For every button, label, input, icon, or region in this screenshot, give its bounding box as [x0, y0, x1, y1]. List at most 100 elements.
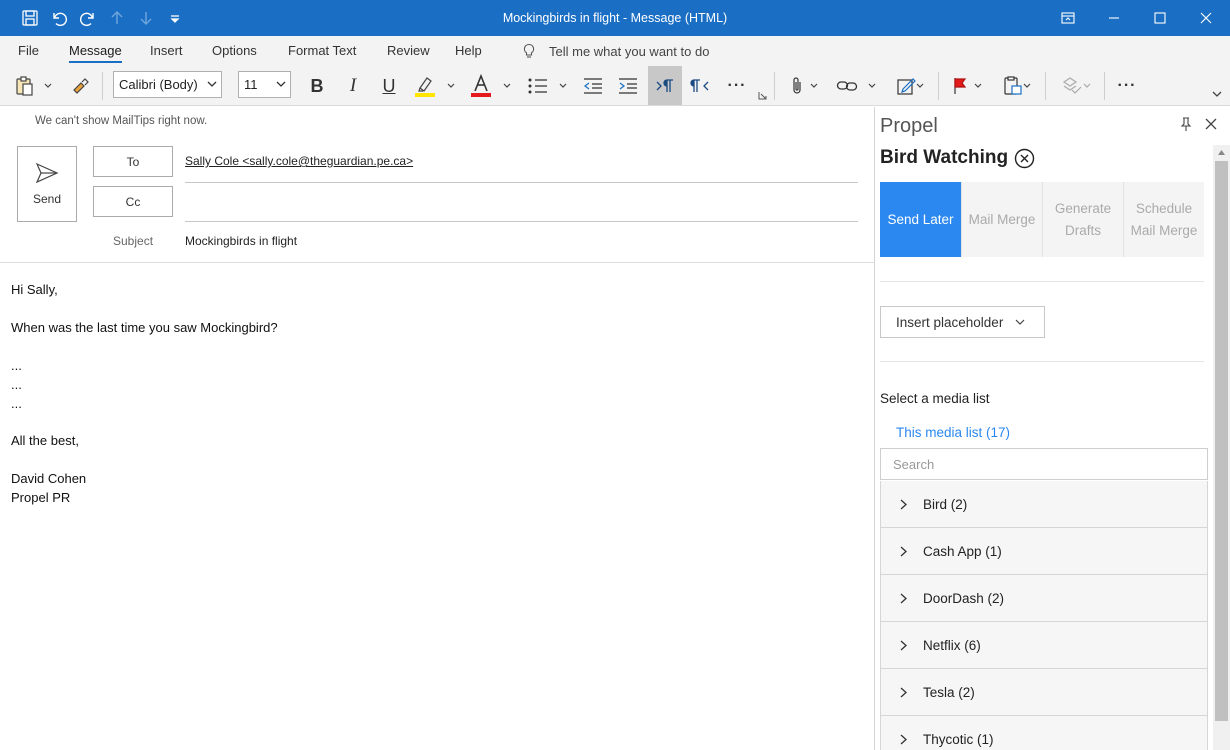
chevron-right-icon [900, 687, 907, 697]
ribbon-display-icon[interactable] [1045, 0, 1091, 36]
tell-me-text: Tell me what you want to do [549, 43, 710, 59]
media-list-item[interactable]: Thycotic (1) [880, 716, 1208, 750]
subject-field[interactable]: Mockingbirds in flight [185, 234, 297, 248]
menu-review[interactable]: Review [387, 36, 430, 66]
arrow-up-icon[interactable] [103, 0, 131, 36]
font-color-dropdown-icon[interactable] [499, 70, 515, 102]
chevron-right-icon [900, 734, 907, 744]
highlight-dropdown-icon[interactable] [443, 70, 459, 102]
chevron-right-icon [900, 499, 907, 509]
scroll-thumb[interactable] [1215, 161, 1228, 721]
chevron-down-icon [207, 81, 217, 87]
decrease-indent-icon[interactable] [579, 70, 607, 102]
chevron-right-icon [900, 546, 907, 556]
scroll-up-icon[interactable] [1217, 148, 1226, 157]
to-button[interactable]: To [93, 146, 173, 177]
media-list-item[interactable]: Tesla (2) [880, 669, 1208, 716]
link-dropdown-icon[interactable] [865, 70, 879, 102]
more-commands[interactable]: ··· [1114, 70, 1140, 102]
font-size-select[interactable]: 11 [238, 71, 291, 98]
tab-generate-drafts[interactable]: Generate Drafts [1042, 182, 1123, 257]
arrow-down-icon[interactable] [132, 0, 160, 36]
attach-dropdown-icon[interactable] [807, 70, 821, 102]
link-icon[interactable] [833, 70, 861, 102]
media-list-label: Netflix (6) [923, 637, 981, 653]
rtl-paragraph-icon[interactable] [687, 70, 715, 102]
ribbon-collapse-icon[interactable] [1209, 86, 1225, 102]
tab-send-later[interactable]: Send Later [880, 182, 961, 257]
tell-me-search[interactable]: Tell me what you want to do [521, 36, 709, 66]
chevron-down-icon [1015, 319, 1025, 325]
to-recipient[interactable]: Sally Cole <sally.cole@theguardian.pe.ca… [185, 154, 413, 168]
close-pane-icon[interactable] [1204, 117, 1218, 131]
format-painter-icon[interactable] [66, 70, 94, 102]
media-list-label: Bird (2) [923, 496, 968, 512]
chevron-right-icon [900, 640, 907, 650]
body-line: Propel PR [11, 490, 71, 505]
bullets-icon[interactable] [523, 70, 553, 102]
ltr-paragraph-icon[interactable] [648, 66, 682, 105]
select-media-label: Select a media list [880, 391, 990, 406]
media-list-item[interactable]: Bird (2) [880, 481, 1208, 528]
apps-dropdown-icon[interactable] [1080, 70, 1094, 102]
tab-mail-merge[interactable]: Mail Merge [961, 182, 1042, 257]
media-list-label: Tesla (2) [923, 684, 975, 700]
body-line: ... [11, 377, 22, 392]
attach-file-icon[interactable] [785, 70, 809, 102]
highlight-icon[interactable] [410, 70, 440, 102]
cc-field[interactable] [185, 221, 858, 222]
cc-button[interactable]: Cc [93, 186, 173, 217]
body-line: ... [11, 396, 22, 411]
close-icon[interactable] [1183, 0, 1229, 36]
minimize-icon[interactable] [1091, 0, 1137, 36]
lightbulb-icon [523, 43, 535, 58]
media-list-link[interactable]: This media list (17) [896, 425, 1010, 440]
insert-placeholder-label: Insert placeholder [896, 314, 1004, 330]
underline-button[interactable]: U [375, 70, 403, 102]
font-name-value: Calibri (Body) [119, 77, 198, 92]
pane-title: Propel [880, 115, 938, 137]
font-name-select[interactable]: Calibri (Body) [113, 71, 222, 98]
media-list-item[interactable]: Netflix (6) [880, 622, 1208, 669]
follow-up-flag-icon[interactable] [947, 70, 973, 102]
compose-area: We can't show MailTips right now. Send T… [0, 107, 874, 750]
more-font-options[interactable]: ··· [723, 70, 751, 102]
paste-icon[interactable] [11, 70, 39, 102]
ribbon: Calibri (Body) 11 B I U ··· ··· [0, 66, 1230, 106]
maximize-icon[interactable] [1137, 0, 1183, 36]
body-line: All the best, [11, 433, 79, 448]
media-list-item[interactable]: Cash App (1) [880, 528, 1208, 575]
menu-options[interactable]: Options [212, 36, 257, 66]
chevron-down-icon [276, 81, 286, 87]
redo-icon[interactable] [74, 0, 102, 36]
menu-message[interactable]: Message [69, 36, 122, 66]
dialog-launcher-icon[interactable] [756, 88, 768, 102]
font-color-icon[interactable] [466, 70, 496, 102]
flag-dropdown-icon[interactable] [971, 70, 985, 102]
menu-help[interactable]: Help [455, 36, 482, 66]
increase-indent-icon[interactable] [614, 70, 642, 102]
paste-dropdown-icon[interactable] [40, 70, 56, 102]
send-button[interactable]: Send [17, 146, 77, 222]
pin-icon[interactable] [1178, 116, 1194, 132]
bullets-dropdown-icon[interactable] [555, 70, 571, 102]
undo-icon[interactable] [45, 0, 73, 36]
customize-icon[interactable] [161, 0, 189, 36]
body-line: When was the last time you saw Mockingbi… [11, 320, 278, 335]
signature-dropdown-icon[interactable] [913, 70, 927, 102]
save-icon[interactable] [16, 0, 44, 36]
italic-button[interactable]: I [339, 70, 367, 102]
menu-insert[interactable]: Insert [150, 36, 183, 66]
media-list-item[interactable]: DoorDash (2) [880, 575, 1208, 622]
campaign-title: Bird Watching [880, 147, 1009, 168]
tab-schedule-mail-merge[interactable]: Schedule Mail Merge [1123, 182, 1204, 257]
insert-placeholder-button[interactable]: Insert placeholder [880, 306, 1045, 338]
pane-scrollbar[interactable] [1213, 145, 1230, 750]
menu-file[interactable]: File [18, 36, 39, 66]
body-line: David Cohen [11, 471, 87, 486]
clear-campaign-icon[interactable] [1014, 148, 1035, 169]
menu-format-text[interactable]: Format Text [288, 36, 356, 66]
media-search-input[interactable] [880, 448, 1208, 480]
bold-button[interactable]: B [303, 70, 331, 102]
sensitivity-dropdown-icon[interactable] [1020, 70, 1034, 102]
